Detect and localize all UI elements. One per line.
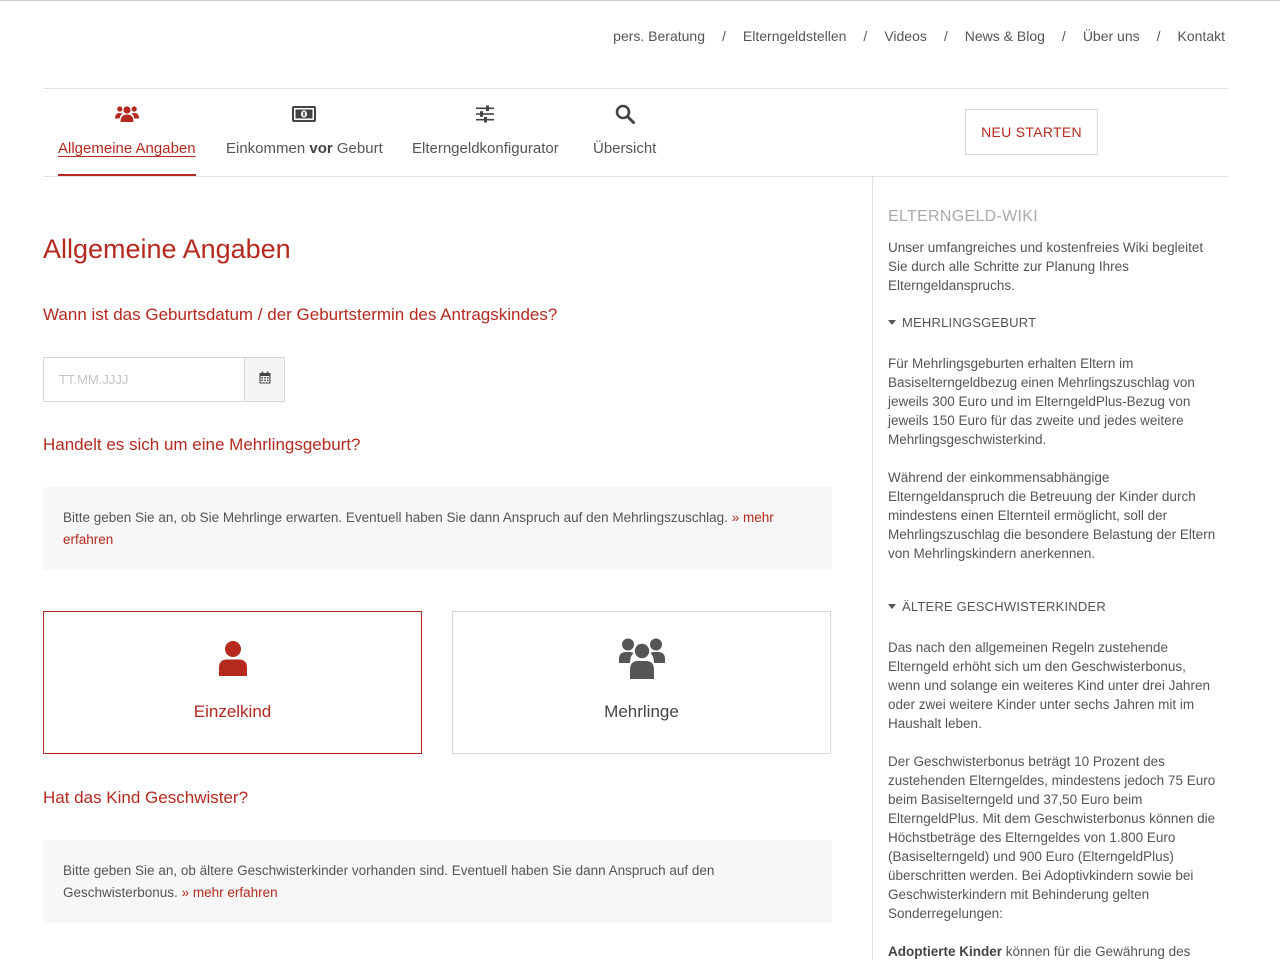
step-uebersicht[interactable]: Übersicht <box>593 100 656 176</box>
info-text: Bitte geben Sie an, ob Sie Mehrlinge erw… <box>63 510 732 525</box>
users-icon <box>114 100 139 128</box>
section-label: ÄLTERE GESCHWISTERKINDER <box>902 599 1106 614</box>
wiki-section-toggle-geschwister[interactable]: ÄLTERE GESCHWISTERKINDER <box>888 597 1218 616</box>
nav-link-videos[interactable]: Videos <box>884 28 927 44</box>
restart-button[interactable]: NEU STARTEN <box>965 109 1098 155</box>
step-einkommen-vor-geburt[interactable]: Einkommen vor Geburt <box>226 100 383 176</box>
money-bill-icon <box>292 100 317 128</box>
sidebar-paragraph: Der Geschwisterbonus beträgt 10 Prozent … <box>888 754 1216 921</box>
nav-separator: / <box>863 28 868 44</box>
step-label: Übersicht <box>593 140 657 157</box>
calendar-icon <box>259 371 271 389</box>
sidebar-paragraph: Während der einkommensabhängige Elternge… <box>888 470 1216 561</box>
page-title: Allgemeine Angaben <box>43 234 291 264</box>
question-siblings: Hat das Kind Geschwister? <box>43 788 249 807</box>
search-icon <box>615 100 635 128</box>
info-text: Bitte geben Sie an, ob ältere Geschwiste… <box>63 863 715 900</box>
nav-link-kontakt[interactable]: Kontakt <box>1178 28 1225 44</box>
top-border <box>0 0 1280 1</box>
sidebar-paragraph: Für Mehrlingsgeburten erhalten Eltern im… <box>888 356 1195 447</box>
sidebar-paragraph: Adoptierte Kinder können für die Gewähru… <box>888 944 1191 959</box>
nav-separator: / <box>1156 28 1161 44</box>
choice-mehrlinge[interactable]: Mehrlinge <box>452 611 831 754</box>
nav-link-ueber-uns[interactable]: Über uns <box>1083 28 1140 44</box>
nav-separator: / <box>943 28 948 44</box>
sidebar-intro: Unser umfangreiches und kostenfreies Wik… <box>888 240 1204 293</box>
sliders-icon <box>475 100 495 128</box>
choice-label: Mehrlinge <box>604 702 679 721</box>
user-icon <box>218 636 248 680</box>
step-label: Allgemeine Angaben <box>58 140 196 157</box>
birthdate-field <box>43 357 285 402</box>
birthdate-input[interactable] <box>44 358 244 401</box>
nav-separator: / <box>1061 28 1066 44</box>
info-box-multiple: Bitte geben Sie an, ob Sie Mehrlinge erw… <box>43 487 832 570</box>
wiki-sidebar: ELTERNGELD-WIKI Unser umfangreiches und … <box>888 207 1218 960</box>
sidebar-title: ELTERNGELD-WIKI <box>888 208 1038 225</box>
step-label: Elterngeldkonfigurator <box>412 140 559 157</box>
section-label: MEHRLINGSGEBURT <box>902 315 1037 330</box>
caret-down-icon <box>888 604 896 609</box>
nav-link-news-blog[interactable]: News & Blog <box>965 28 1045 44</box>
nav-link-elterngeldstellen[interactable]: Elterngeldstellen <box>743 28 847 44</box>
choice-label: Einzelkind <box>193 702 272 721</box>
nav-link-beratung[interactable]: pers. Beratung <box>613 28 705 44</box>
more-link-geschwisterbonus[interactable]: » mehr erfahren <box>182 885 278 900</box>
users-icon <box>618 636 665 680</box>
steps-divider-bottom <box>43 176 1228 177</box>
nav-separator: / <box>722 28 726 44</box>
choice-einzelkind[interactable]: Einzelkind <box>43 611 422 754</box>
step-allgemeine-angaben[interactable]: Allgemeine Angaben <box>58 100 196 176</box>
question-multiple-birth: Handelt es sich um eine Mehrlingsgeburt? <box>43 435 361 454</box>
question-birthdate: Wann ist das Geburtsdatum / der Geburtst… <box>43 305 558 324</box>
top-nav: pers. Beratung / Elterngeldstellen / Vid… <box>613 28 1225 44</box>
caret-down-icon <box>888 320 896 325</box>
info-box-siblings: Bitte geben Sie an, ob ältere Geschwiste… <box>43 840 832 923</box>
wiki-section-toggle-mehrlingsgeburt[interactable]: MEHRLINGSGEBURT <box>888 313 1218 332</box>
steps-divider-top <box>43 88 1228 89</box>
step-elterngeldkonfigurator[interactable]: Elterngeldkonfigurator <box>412 100 559 176</box>
calendar-button[interactable] <box>244 358 284 401</box>
sidebar-paragraph: Das nach den allgemeinen Regeln zustehen… <box>888 640 1210 731</box>
sidebar-divider <box>872 177 873 960</box>
step-label: Einkommen vor Geburt <box>226 140 383 157</box>
